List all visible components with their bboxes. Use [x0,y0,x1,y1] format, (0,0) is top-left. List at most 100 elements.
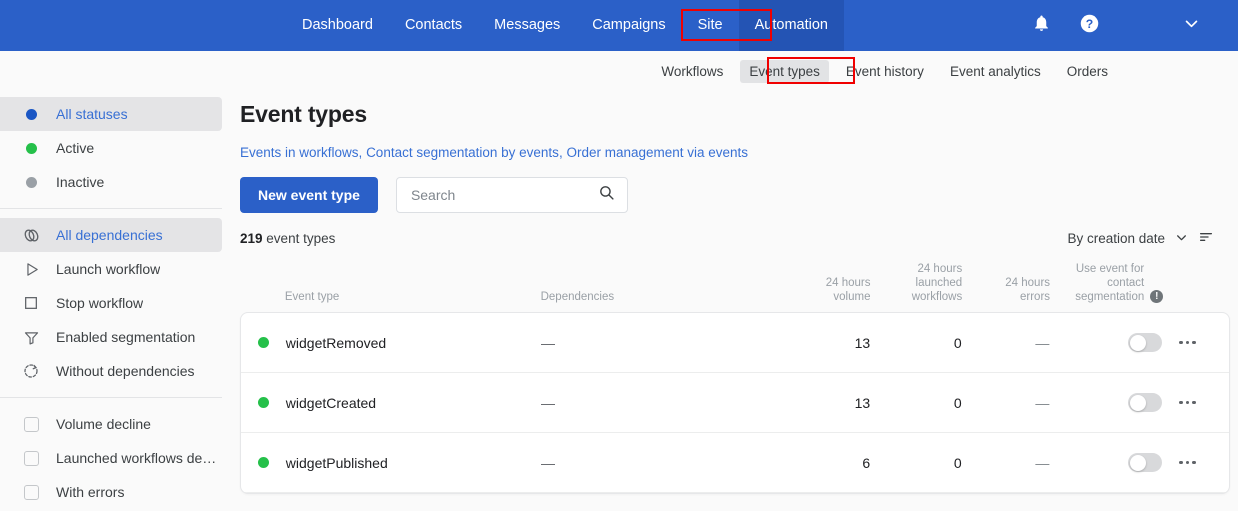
filters-sidebar: All statuses Active Inactive All depende… [0,91,222,511]
sort-lines-icon[interactable] [1198,229,1214,248]
sidebar-divider [0,208,222,209]
table-header: Event type Dependencies 24 hours volume 2… [240,256,1238,312]
sort-label: By creation date [1067,231,1165,246]
sidebar-item-label: Launch workflow [56,261,161,277]
stop-square-icon [18,295,44,311]
nav-item-dashboard[interactable]: Dashboard [286,0,389,51]
notifications-button[interactable] [1024,9,1058,43]
toolbar: New event type [240,177,1238,213]
segmentation-toggle[interactable] [1128,333,1163,352]
new-event-type-button[interactable]: New event type [240,177,378,213]
column-header-segmentation-label: Use event for contact segmentation [1075,263,1145,303]
sidebar-item-label: Inactive [56,174,105,190]
row-launched-workflows-24h: 0 [953,454,962,471]
sidebar-item-volume-decline[interactable]: Volume decline [0,407,222,441]
status-dot-green-icon [257,457,269,468]
sidebar-item-stop-workflow[interactable]: Stop workflow [0,286,222,320]
subnav-item-label: Event analytics [949,63,1041,79]
sidebar-item-all-dependencies[interactable]: All dependencies [0,218,222,252]
row-event-type: widgetPublished [285,454,388,471]
nav-item-messages[interactable]: Messages [478,0,576,51]
sidebar-item-label: Stop workflow [56,295,144,311]
column-header-status [240,304,285,312]
sidebar-item-label: Without dependencies [56,363,195,379]
bell-icon [1032,13,1051,38]
link-contact-segmentation-by-events[interactable]: Contact segmentation by events [366,145,559,160]
column-header-volume-24h: 24 hours volume [825,277,871,303]
segmentation-toggle[interactable] [1128,453,1163,472]
table-row[interactable]: widgetCreated — 13 0 — [241,373,1229,433]
checkbox-icon[interactable] [18,450,44,466]
table-row[interactable]: widgetRemoved — 13 0 — [241,313,1229,373]
sidebar-item-with-errors[interactable]: With errors [0,475,222,509]
sidebar-item-all-statuses[interactable]: All statuses [0,97,222,131]
row-launched-workflows-24h: 0 [953,334,962,351]
row-menu-cell [1162,460,1213,465]
sidebar-item-launched-workflows-decline[interactable]: Launched workflows de… [0,441,222,475]
subnav-item-event-analytics[interactable]: Event analytics [941,60,1050,83]
column-header-segmentation: Use event for contact segmentation ! [1050,262,1164,312]
checkbox-icon[interactable] [18,416,44,432]
info-icon[interactable]: ! [1150,290,1164,303]
sort-control[interactable]: By creation date [1067,229,1214,248]
row-dependencies: — [540,454,555,471]
funnel-icon [18,329,44,346]
link-order-management-via-events[interactable]: Order management via events [566,145,748,160]
sidebar-item-launch-workflow[interactable]: Launch workflow [0,252,222,286]
sidebar-item-label: All statuses [56,106,128,122]
nav-item-label: Site [697,17,723,34]
account-menu-button[interactable] [1174,9,1208,43]
nav-item-contacts[interactable]: Contacts [389,0,478,51]
subnav-item-label: Orders [1066,63,1108,79]
nav-item-automation[interactable]: Automation [738,0,844,51]
sidebar-item-inactive[interactable]: Inactive [0,165,222,199]
search-icon[interactable] [598,184,615,206]
row-status-dot [241,337,286,348]
table-row[interactable]: widgetPublished — 6 0 — [241,433,1229,493]
subnav-item-orders[interactable]: Orders [1058,60,1117,83]
search-input[interactable] [408,186,598,204]
row-dependencies: — [540,394,555,411]
nav-item-label: Automation [754,17,828,34]
subnav-item-event-history[interactable]: Event history [837,60,933,83]
event-types-count: 219 event types [240,231,335,246]
chevron-down-icon [1183,15,1200,37]
status-dot-blue-icon [18,108,44,120]
row-segmentation-toggle-cell [1049,333,1163,352]
status-dot-grey-icon [18,176,44,188]
main-content: Event types Events in workflows, Contact… [222,91,1238,511]
column-header-launched-workflows-24h: 24 hours launched workflows [911,263,963,303]
sidebar-item-label: With errors [56,484,125,500]
row-menu-cell [1162,340,1213,345]
page-title: Event types [240,101,367,127]
segmentation-toggle[interactable] [1128,393,1163,412]
status-dot-green-icon [257,397,269,408]
subnav-item-event-types[interactable]: Event types [740,59,829,83]
link-events-in-workflows[interactable]: Events in workflows [240,145,359,160]
sidebar-item-active[interactable]: Active [0,131,222,165]
chevron-down-icon[interactable] [1175,231,1188,247]
nav-item-site[interactable]: Site [682,0,739,51]
link-rings-icon [18,226,44,245]
subnav-item-label: Event history [845,63,924,79]
row-event-type: widgetRemoved [285,334,387,351]
row-dependencies: — [540,334,555,351]
row-event-type: widgetCreated [285,394,377,411]
kebab-menu-icon[interactable] [1162,460,1213,465]
checkbox-icon[interactable] [18,484,44,500]
help-button[interactable]: ? [1072,9,1106,43]
top-bar-actions: ? [1024,0,1238,51]
row-segmentation-toggle-cell [1049,393,1163,412]
row-errors-24h: — [1035,334,1050,351]
row-launched-workflows-24h: 0 [953,394,962,411]
main-nav: Dashboard Contacts Messages Campaigns Si… [286,0,844,51]
nav-item-campaigns[interactable]: Campaigns [576,0,681,51]
sidebar-item-without-dependencies[interactable]: Without dependencies [0,354,222,388]
status-dot-green-icon [257,337,269,348]
kebab-menu-icon[interactable] [1162,340,1213,345]
search-box[interactable] [395,177,628,213]
subnav-item-workflows[interactable]: Workflows [652,60,732,83]
event-types-count-label: event types [266,231,336,246]
sidebar-item-enabled-segmentation[interactable]: Enabled segmentation [0,320,222,354]
kebab-menu-icon[interactable] [1162,400,1213,405]
